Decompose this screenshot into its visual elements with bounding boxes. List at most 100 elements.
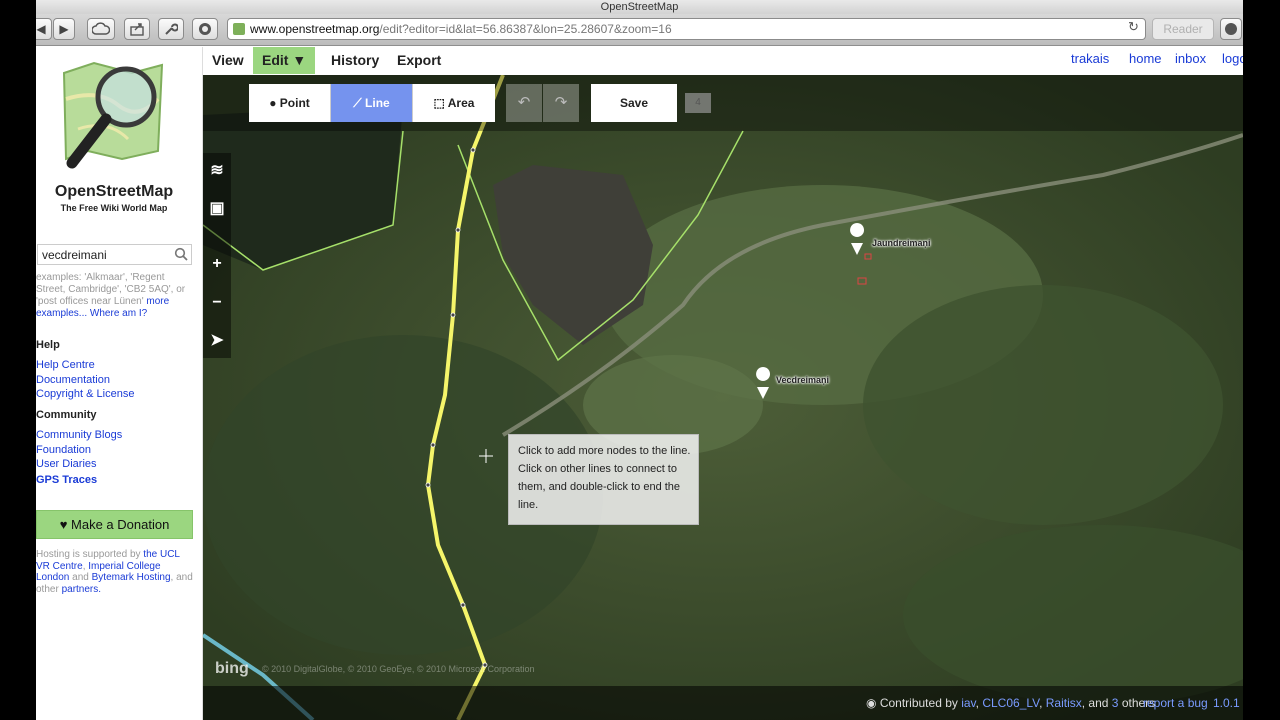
community-blogs-link[interactable]: Community Blogs	[36, 429, 122, 441]
hosting-prefix: Hosting is supported by	[36, 549, 141, 560]
downloads-button[interactable]	[1220, 18, 1242, 40]
reader-button[interactable]: Reader	[1152, 18, 1214, 40]
report-bug-link[interactable]: report a bug	[1143, 696, 1208, 710]
area-icon: ⬚	[433, 96, 445, 110]
window-title: OpenStreetMap	[36, 0, 1243, 14]
heart-icon: ♥	[59, 517, 68, 532]
donate-label: Make a Donation	[71, 517, 170, 532]
point-icon: ●	[269, 96, 277, 110]
tab-edit[interactable]: Edit ▼	[253, 47, 316, 74]
copyright-license-link[interactable]: Copyright & License	[36, 388, 134, 400]
area-label: Area	[447, 96, 475, 110]
community-heading: Community	[36, 409, 97, 421]
tab-export[interactable]: Export	[397, 47, 441, 74]
contributor-link-clc06[interactable]: CLC06_LV	[982, 696, 1039, 710]
map-data-icon: ▣	[209, 200, 225, 217]
hosting-note: Hosting is supported by the UCL VR Centr…	[36, 549, 196, 595]
icloud-button[interactable]	[87, 18, 115, 40]
add-point-button[interactable]: ● Point	[249, 84, 331, 122]
geolocate-button[interactable]: ➤	[207, 331, 227, 351]
user-link[interactable]: trakais	[1071, 47, 1109, 71]
home-link[interactable]: home	[1129, 47, 1162, 71]
imagery-credit: © 2010 DigitalGlobe, © 2010 GeoEye, © 20…	[262, 664, 535, 674]
donate-button[interactable]: ♥ Make a Donation	[36, 510, 193, 539]
add-line-button[interactable]: ⟋ Line	[331, 84, 413, 122]
back-button[interactable]: ◀	[36, 18, 52, 40]
logout-link[interactable]: logout	[1222, 47, 1243, 71]
map-footer: ◉ Contributed by iav, CLC06_LV, Raitisx,…	[203, 686, 1243, 720]
share-button[interactable]	[124, 18, 150, 40]
url-host: www.openstreetmap.org	[250, 22, 380, 36]
map-label-jaundreimani[interactable]: Jaundreimaņi	[872, 238, 931, 248]
extension-button[interactable]	[192, 18, 218, 40]
help-heading: Help	[36, 339, 60, 351]
hosting-separator: ,	[82, 560, 86, 572]
browser-toolbar: ◀ ▶ www.openstreetmap.org/edit?editor=id…	[36, 14, 1243, 46]
map-data-button[interactable]: ▣	[207, 199, 227, 219]
location-arrow-icon: ➤	[210, 332, 224, 349]
satellite-imagery	[203, 75, 1243, 720]
undo-button[interactable]: ↶	[506, 84, 542, 122]
edit-count-badge: 4	[685, 93, 711, 113]
contributor-link-iav[interactable]: iav	[961, 696, 975, 710]
minus-icon: −	[212, 294, 222, 311]
search-input[interactable]	[37, 244, 192, 265]
redo-button[interactable]: ↷	[543, 84, 579, 122]
site-tagline: The Free Wiki World Map	[60, 203, 168, 213]
redo-icon: ↷	[554, 94, 568, 111]
help-centre-link[interactable]: Help Centre	[36, 359, 95, 371]
layers-icon: ≋	[210, 162, 224, 179]
settings-button[interactable]	[158, 18, 184, 40]
tab-history[interactable]: History	[331, 47, 379, 74]
cloud-icon	[91, 22, 111, 35]
layers-button[interactable]: ≋	[207, 161, 227, 181]
documentation-link[interactable]: Documentation	[36, 374, 110, 386]
plus-icon: +	[212, 255, 222, 272]
openstreetmap-logo-icon	[62, 61, 164, 169]
site-title: OpenStreetMap	[54, 183, 174, 200]
contributed-by-label: Contributed by	[879, 696, 958, 710]
version-link[interactable]: 1.0.1	[1213, 696, 1240, 710]
user-diaries-link[interactable]: User Diaries	[36, 458, 97, 470]
zoom-out-button[interactable]: −	[207, 293, 227, 313]
search-icon[interactable]	[174, 247, 188, 261]
bing-logo: bing	[215, 660, 249, 677]
map-canvas[interactable]: Jaundreimaņi Vecdreimaņi ● Point ⟋ Line …	[203, 75, 1243, 720]
top-navigation: View Edit ▼ History Export trakais home …	[203, 47, 1243, 75]
power-icon	[199, 23, 211, 35]
add-area-button[interactable]: ⬚ Area	[413, 84, 495, 122]
screen: OpenStreetMap ◀ ▶ www.openstreetmap.org/…	[36, 0, 1243, 720]
downloads-icon	[1225, 23, 1237, 35]
and-text: and	[1088, 696, 1109, 710]
hosting-and: and	[72, 572, 89, 583]
share-icon	[130, 23, 144, 36]
contributor-link-raitisx[interactable]: Raitisx	[1046, 696, 1082, 710]
zoom-in-button[interactable]: +	[207, 254, 227, 274]
tab-view[interactable]: View	[212, 47, 244, 74]
search-examples: examples: 'Alkmaar', 'Regent Street, Cam…	[36, 272, 196, 320]
address-bar[interactable]: www.openstreetmap.org/edit?editor=id&lat…	[227, 18, 1146, 40]
url-path: /edit?editor=id&lat=56.86387&lon=25.2860…	[379, 22, 672, 36]
inbox-link[interactable]: inbox	[1175, 47, 1206, 71]
map-controls: ≋ ▣ + − ➤	[203, 153, 231, 358]
sidebar: OpenStreetMap The Free Wiki World Map ex…	[36, 47, 203, 720]
line-icon: ⟋	[353, 96, 362, 110]
line-label: Line	[365, 96, 390, 110]
foundation-link[interactable]: Foundation	[36, 444, 91, 456]
others-count-link[interactable]: 3	[1112, 696, 1119, 710]
reload-icon[interactable]: ↻	[1128, 19, 1139, 35]
where-am-i-link[interactable]: Where am I?	[90, 308, 147, 319]
forward-button[interactable]: ▶	[53, 18, 75, 40]
save-button[interactable]: Save	[591, 84, 677, 122]
point-label: Point	[279, 96, 310, 110]
editor-toolbar: ● Point ⟋ Line ⬚ Area ↶ ↷ Save 4	[203, 75, 1243, 131]
map-label-vecdreimani[interactable]: Vecdreimaņi	[776, 375, 829, 385]
back-arrow-icon: ◀	[36, 22, 46, 36]
bytemark-link[interactable]: Bytemark Hosting	[92, 572, 171, 583]
contributors-line: ◉ Contributed by iav, CLC06_LV, Raitisx,…	[866, 696, 1156, 710]
gps-traces-link[interactable]: GPS Traces	[36, 474, 97, 486]
contributors-icon: ◉	[866, 696, 877, 710]
wrench-icon	[165, 23, 179, 35]
site-favicon-icon	[233, 23, 245, 35]
partners-link[interactable]: partners.	[62, 584, 101, 595]
